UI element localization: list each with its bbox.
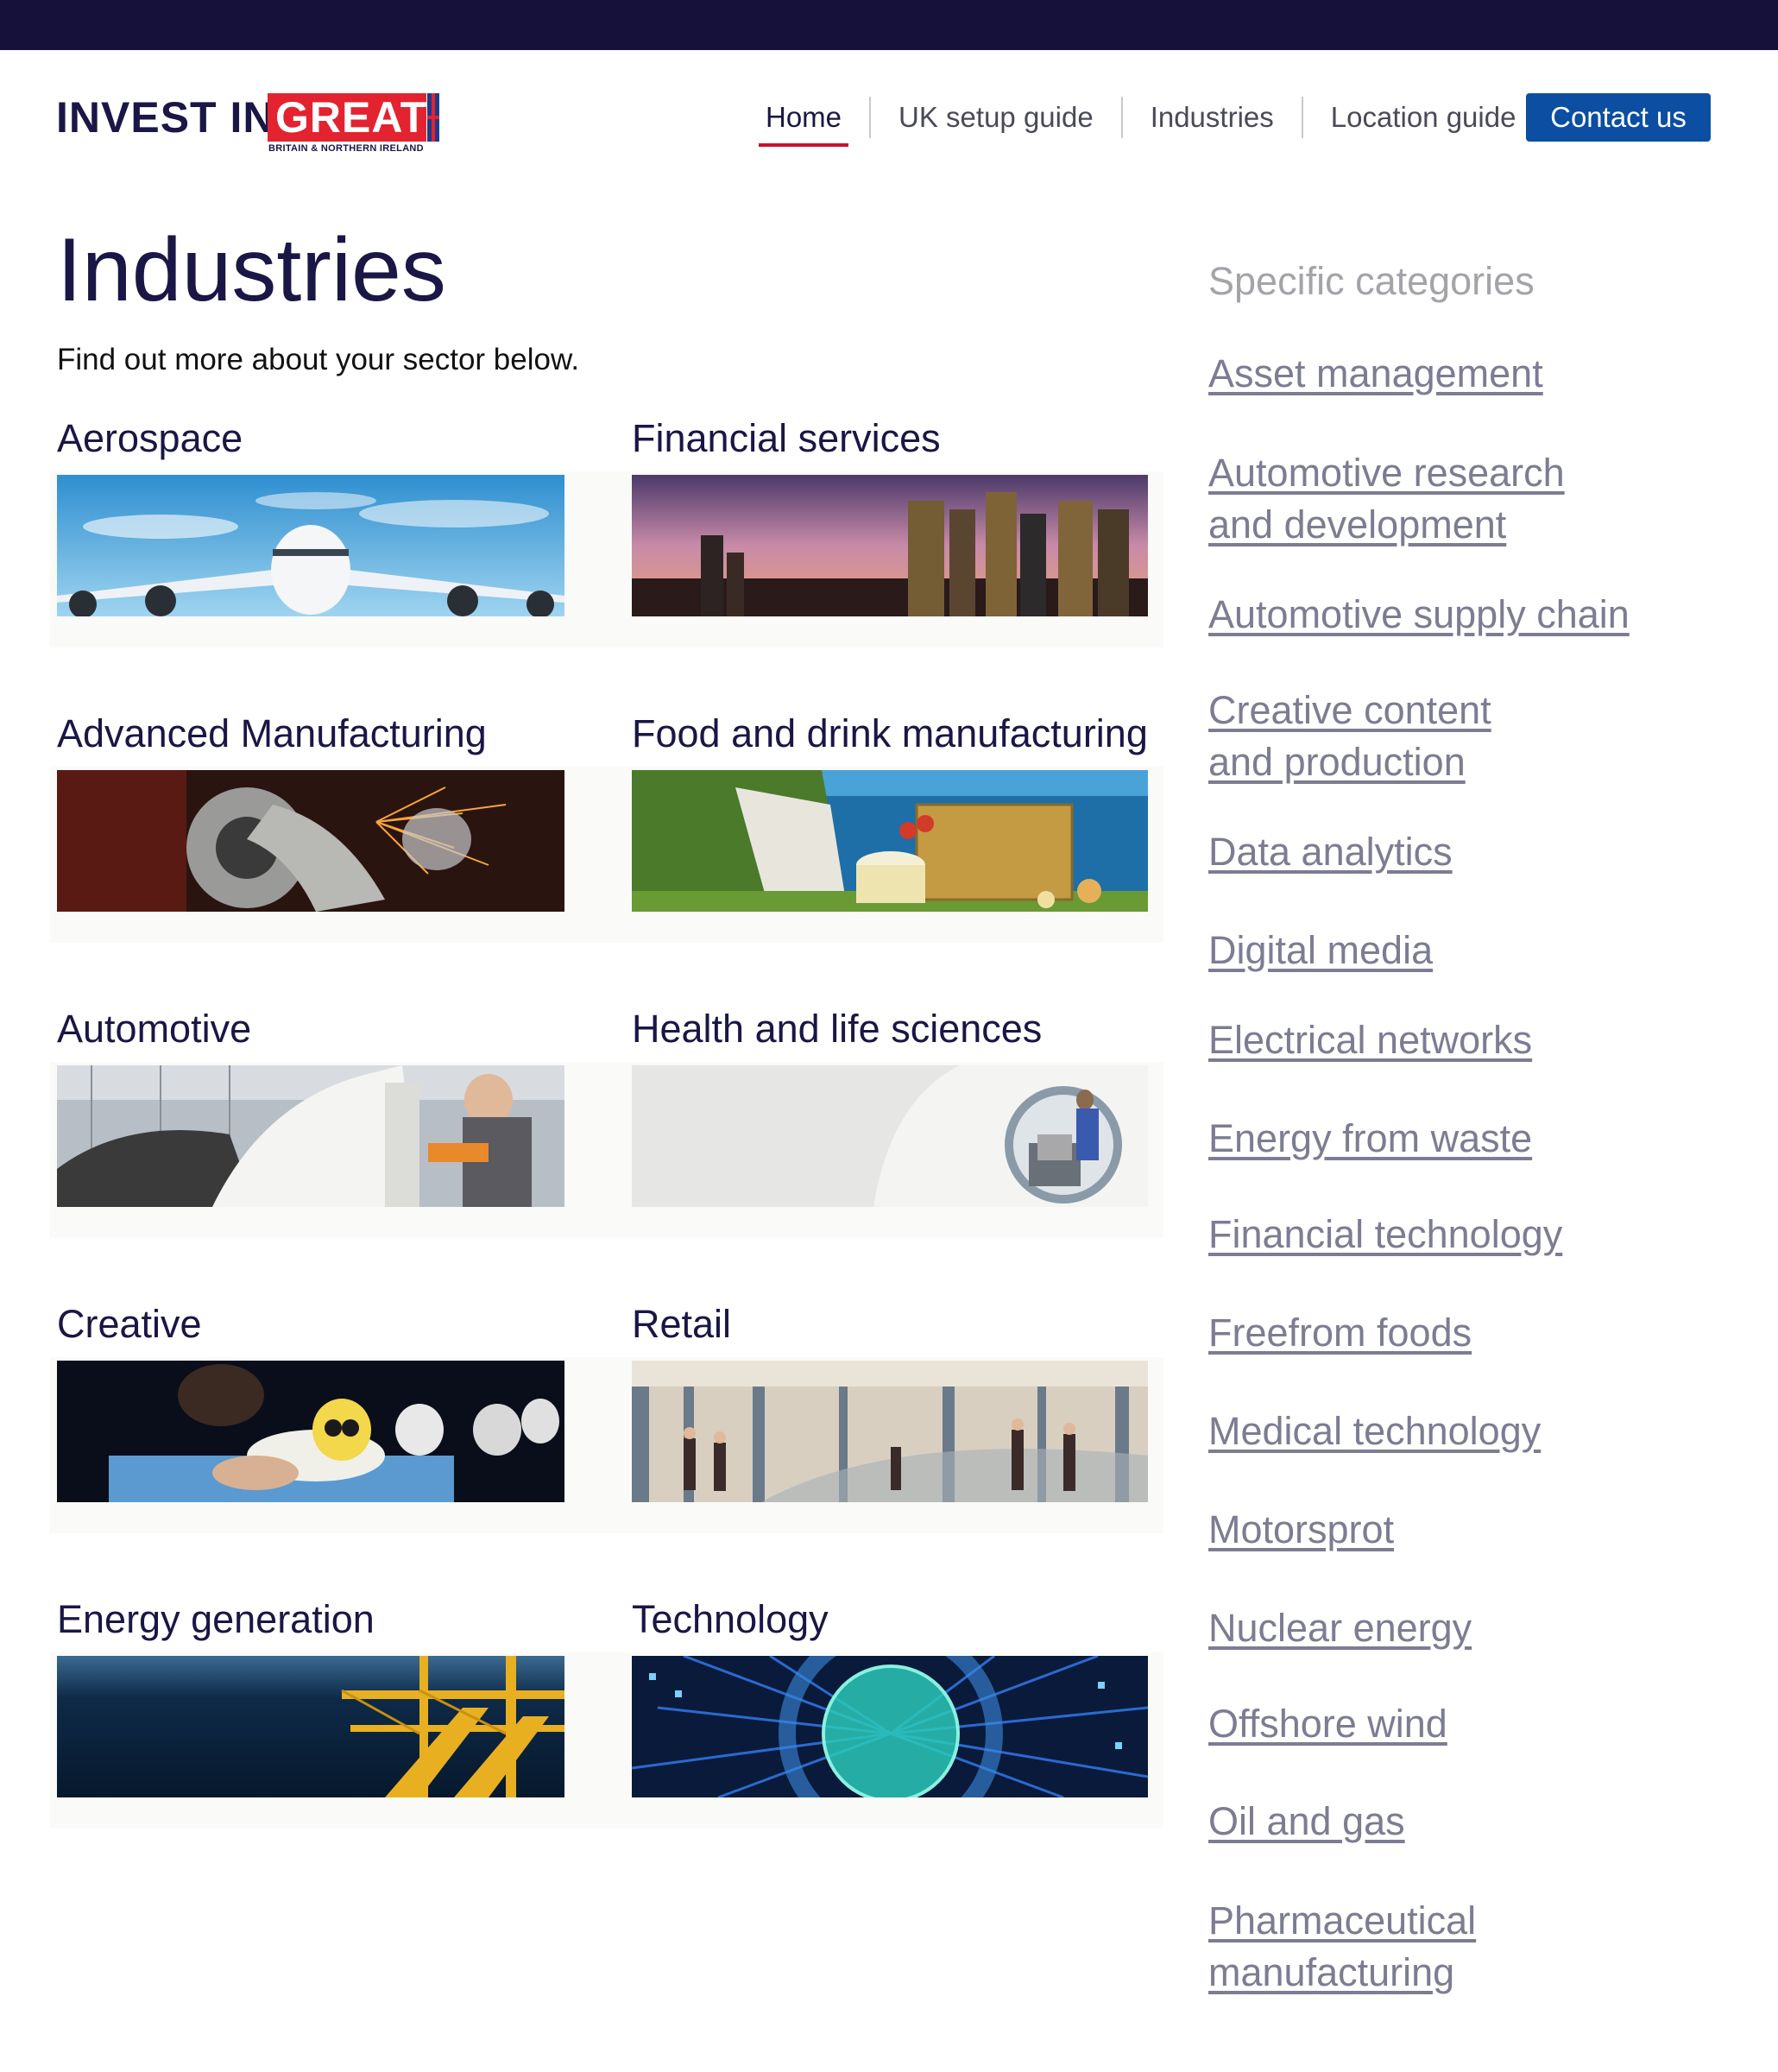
- nav-home[interactable]: Home: [738, 93, 869, 147]
- sidebar-link-oil-and-gas[interactable]: Oil and gas: [1208, 1796, 1405, 1848]
- main-nav: Home UK setup guide Industries Location …: [738, 93, 1544, 147]
- sector-title[interactable]: Retail: [632, 1300, 731, 1349]
- sidebar-link-pharmaceutical-manufacturing[interactable]: Pharmaceutical manufacturing: [1208, 1895, 1476, 1999]
- sector-title[interactable]: Technology: [632, 1595, 829, 1644]
- logo-subtitle: BRITAIN & NORTHERN IRELAND: [268, 143, 424, 154]
- intro-text: Find out more about your sector below.: [57, 343, 580, 376]
- sector-title[interactable]: Creative: [57, 1300, 202, 1349]
- animation-figures-image[interactable]: [57, 1361, 564, 1502]
- sidebar-link-energy-from-waste[interactable]: Energy from waste: [1208, 1113, 1532, 1165]
- sidebar-link-electrical-networks[interactable]: Electrical networks: [1208, 1014, 1532, 1066]
- sidebar-link-motorsport[interactable]: Motorsprot: [1208, 1504, 1394, 1556]
- sidebar-heading: Specific categories: [1208, 259, 1535, 303]
- airliner-sky-image[interactable]: [57, 475, 564, 616]
- offshore-platform-image[interactable]: [57, 1656, 564, 1797]
- logo-highlight: GREAT: [275, 93, 428, 142]
- sector-title[interactable]: Automotive: [57, 1005, 251, 1053]
- invest-in-great-logo[interactable]: INVEST IN GREAT BRITAIN & NORTHERN IRELA…: [56, 93, 440, 155]
- metal-grinding-sparks-image[interactable]: [57, 770, 564, 912]
- sidebar-link-automotive-supply-chain[interactable]: Automotive supply chain: [1208, 589, 1630, 641]
- car-factory-worker-image[interactable]: [57, 1065, 564, 1207]
- shopping-mall-image[interactable]: [632, 1361, 1148, 1502]
- sidebar-link-freefrom-foods[interactable]: Freefrom foods: [1208, 1307, 1472, 1359]
- sector-title[interactable]: Energy generation: [57, 1595, 375, 1644]
- picnic-cliffs-image[interactable]: [632, 770, 1148, 912]
- contact-us-button[interactable]: Contact us: [1526, 93, 1711, 142]
- sidebar-link-asset-management[interactable]: Asset management: [1208, 348, 1543, 400]
- sidebar-link-nuclear-energy[interactable]: Nuclear energy: [1208, 1602, 1472, 1654]
- page-title: Industries: [57, 220, 446, 320]
- sector-title[interactable]: Financial services: [632, 414, 941, 463]
- union-flag-icon: [427, 93, 439, 142]
- mri-scanner-image[interactable]: [632, 1065, 1148, 1207]
- sidebar-link-automotive-research-and-development[interactable]: Automotive research and development: [1208, 447, 1565, 551]
- logo-prefix: INVEST IN: [56, 93, 275, 142]
- sector-title[interactable]: Advanced Manufacturing: [57, 710, 487, 758]
- city-skyline-image[interactable]: [632, 475, 1148, 616]
- nav-industries[interactable]: Industries: [1123, 93, 1302, 142]
- circuit-disc-image[interactable]: [632, 1656, 1148, 1797]
- sector-title[interactable]: Aerospace: [57, 414, 243, 463]
- sidebar-link-financial-technology[interactable]: Financial technology: [1208, 1209, 1562, 1260]
- sidebar-link-digital-media[interactable]: Digital media: [1208, 925, 1433, 976]
- sector-title[interactable]: Food and drink manufacturing: [632, 710, 1148, 758]
- sidebar-link-data-analytics[interactable]: Data analytics: [1208, 826, 1453, 878]
- top-bar: [0, 0, 1778, 50]
- sector-title[interactable]: Health and life sciences: [632, 1005, 1042, 1053]
- nav-location-guide[interactable]: Location guide: [1303, 93, 1544, 142]
- sidebar-link-offshore-wind[interactable]: Offshore wind: [1208, 1698, 1447, 1750]
- nav-uk-setup-guide[interactable]: UK setup guide: [871, 93, 1121, 142]
- sidebar-link-medical-technology[interactable]: Medical technology: [1208, 1406, 1541, 1457]
- sidebar-link-creative-content-and-production[interactable]: Creative content and production: [1208, 685, 1491, 788]
